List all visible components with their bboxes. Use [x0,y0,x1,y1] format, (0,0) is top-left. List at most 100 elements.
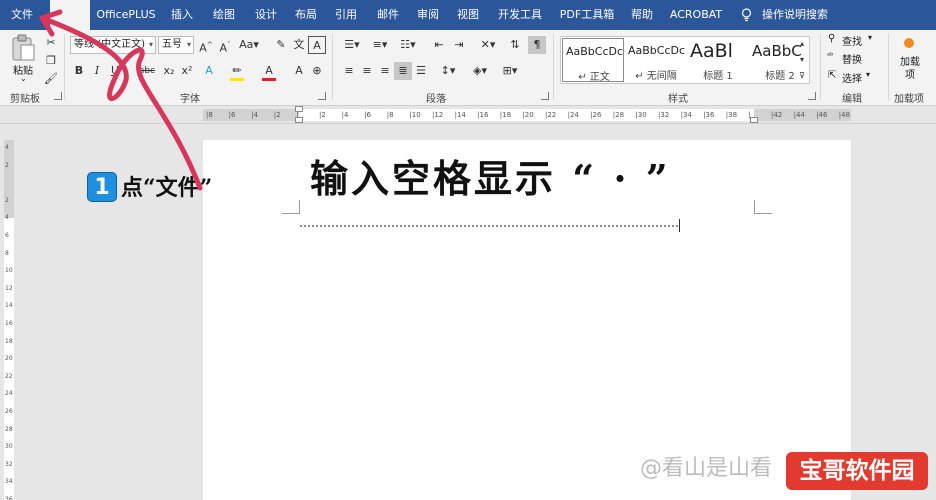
font-size-combo[interactable]: 五号 ▾ [158,36,194,54]
strikethrough-button[interactable]: abc [136,62,158,80]
superscript-button[interactable]: x² [178,62,196,80]
ribbon-home: 粘贴 ⌄ ✂ ❐ 🖌 剪贴板 等线 (中文正文) ▾ 五号 ▾ A^ Aˇ Aa▾ … [0,30,936,106]
paragraph-launcher-icon[interactable] [541,92,549,100]
style-sample: AaBbCcDc [566,45,624,58]
styles-launcher-icon[interactable] [808,92,816,100]
justify-icon[interactable]: ≣ [394,62,412,80]
style-sample: AaBbCcDc [628,44,686,57]
editing-group-label: 编辑 [842,94,862,105]
group-divider [888,34,889,100]
tab-design[interactable]: 设计 [250,0,282,30]
tab-review[interactable]: 审阅 [412,0,444,30]
clipboard-launcher-icon[interactable] [54,92,62,100]
tab-help[interactable]: 帮助 [626,0,658,30]
select-button[interactable]: 选择 [842,70,862,85]
change-case-icon[interactable]: Aa▾ [237,36,261,54]
chevron-down-icon: ▾ [868,33,873,42]
styles-group-label: 样式 [668,94,688,105]
italic-button[interactable]: I [88,62,106,80]
increase-indent-icon[interactable]: ⇥ [450,36,468,54]
character-border-icon[interactable]: A [308,36,326,54]
style-heading-1[interactable]: AaBl 标题 1 [687,38,749,82]
right-indent-marker[interactable] [750,117,758,123]
cut-icon[interactable]: ✂ [42,34,60,52]
ruler-tick-label: |14 [454,111,466,119]
sort-icon[interactable]: ⇅ [506,36,524,54]
ruler-tick-label: |28 [612,111,625,119]
bullets-icon[interactable]: ☰▾ [340,36,364,54]
chevron-down-icon: ▾ [186,40,191,49]
styles-scroll-up-icon[interactable]: ▴ [796,36,808,52]
step-number-badge: 1 [87,172,117,202]
enclose-characters-icon[interactable]: ⊕ [308,62,326,80]
paste-icon[interactable] [10,34,36,62]
tab-view[interactable]: 视图 [452,0,484,30]
tab-home[interactable] [50,0,90,30]
decrease-indent-icon[interactable]: ⇤ [430,36,448,54]
distributed-icon[interactable]: ☰ [412,62,430,80]
line-spacing-icon[interactable]: ↕▾ [436,62,460,80]
show-marks-icon[interactable]: ¶ [528,36,546,54]
styles-scroll-down-icon[interactable]: ▾ [796,52,808,68]
bold-button[interactable]: B [70,62,88,80]
ruler-tick-label: 6 [5,232,9,239]
tab-pdf-toolbox[interactable]: PDF工具箱 [556,0,618,30]
multilevel-list-icon[interactable]: ☷▾ [396,36,420,54]
ruler-tick-label: 16 [5,320,13,327]
align-left-icon[interactable]: ≡ [340,62,358,80]
text-effects-button[interactable]: A [200,62,218,80]
ruler-tick-label: |4 [341,111,349,119]
tab-file[interactable]: 文件 [2,0,42,30]
character-shading-icon[interactable]: A [290,62,308,80]
shrink-font-icon[interactable]: Aˇ [216,36,234,55]
tab-mailings[interactable]: 邮件 [372,0,404,30]
tab-officeplus[interactable]: OfficePLUS [94,0,158,30]
tab-references[interactable]: 引用 [330,0,362,30]
ruler-tick-label: 2 [5,196,9,204]
align-right-icon[interactable]: ≡ [376,62,394,80]
paste-dropdown-icon[interactable]: ⌄ [20,74,27,83]
shading-icon[interactable]: ◈▾ [468,62,492,80]
tab-acrobat[interactable]: ACROBAT [666,0,726,30]
borders-icon[interactable]: ⊞▾ [498,62,522,80]
format-painter-icon[interactable]: 🖌 [42,70,60,88]
ruler-tick-label: |48 [838,111,851,119]
ruler-tick-label: |2 [319,111,326,119]
font-launcher-icon[interactable] [318,92,326,100]
styles-more-icon[interactable]: ⊽ [796,68,808,84]
paragraph-group-label: 段落 [426,94,446,105]
align-center-icon[interactable]: ≡ [358,62,376,80]
addins-icon[interactable] [904,38,914,48]
underline-button[interactable]: U [106,62,124,80]
style-no-spacing[interactable]: AaBbCcDc ↵ 无间隔 [625,38,687,82]
tab-insert[interactable]: 插入 [166,0,198,30]
copy-icon[interactable]: ❐ [42,52,60,70]
addins-button[interactable]: 加载项 [899,56,921,82]
left-indent-marker[interactable] [295,117,303,123]
ruler-tick-label: |36 [703,111,715,119]
highlight-color-swatch [230,78,244,81]
style-sample: AaBbC [752,42,802,60]
ruler-tick-label: |4 [251,111,258,119]
chinese-layout-icon[interactable]: ✕▾ [476,36,500,54]
phonetic-guide-icon[interactable]: 文 [290,36,308,54]
font-name-combo[interactable]: 等线 (中文正文) ▾ [70,36,156,54]
style-name: 标题 1 [703,71,733,82]
first-line-indent-marker[interactable] [295,106,303,112]
subscript-button[interactable]: x₂ [160,62,178,80]
ruler-tick-label: |16 [477,111,489,119]
tab-developer[interactable]: 开发工具 [494,0,546,30]
replace-icon: ᵃᵇ [827,51,834,60]
addins-group-label: 加载项 [894,94,924,105]
search-icon: ⚲ [828,33,836,44]
tab-draw[interactable]: 绘图 [208,0,240,30]
grow-font-icon[interactable]: A^ [197,36,215,55]
replace-button[interactable]: 替换 [842,51,862,66]
ruler-tick-label: 12 [5,284,13,292]
numbering-icon[interactable]: ≡▾ [368,36,392,54]
tab-layout[interactable]: 布局 [290,0,322,30]
tell-me-search[interactable]: 操作说明搜索 [760,0,830,30]
clear-formatting-icon[interactable]: ✎ [272,36,290,54]
style-normal[interactable]: AaBbCcDc ↵ 正文 [562,38,624,83]
find-button[interactable]: 查找 [842,33,862,48]
